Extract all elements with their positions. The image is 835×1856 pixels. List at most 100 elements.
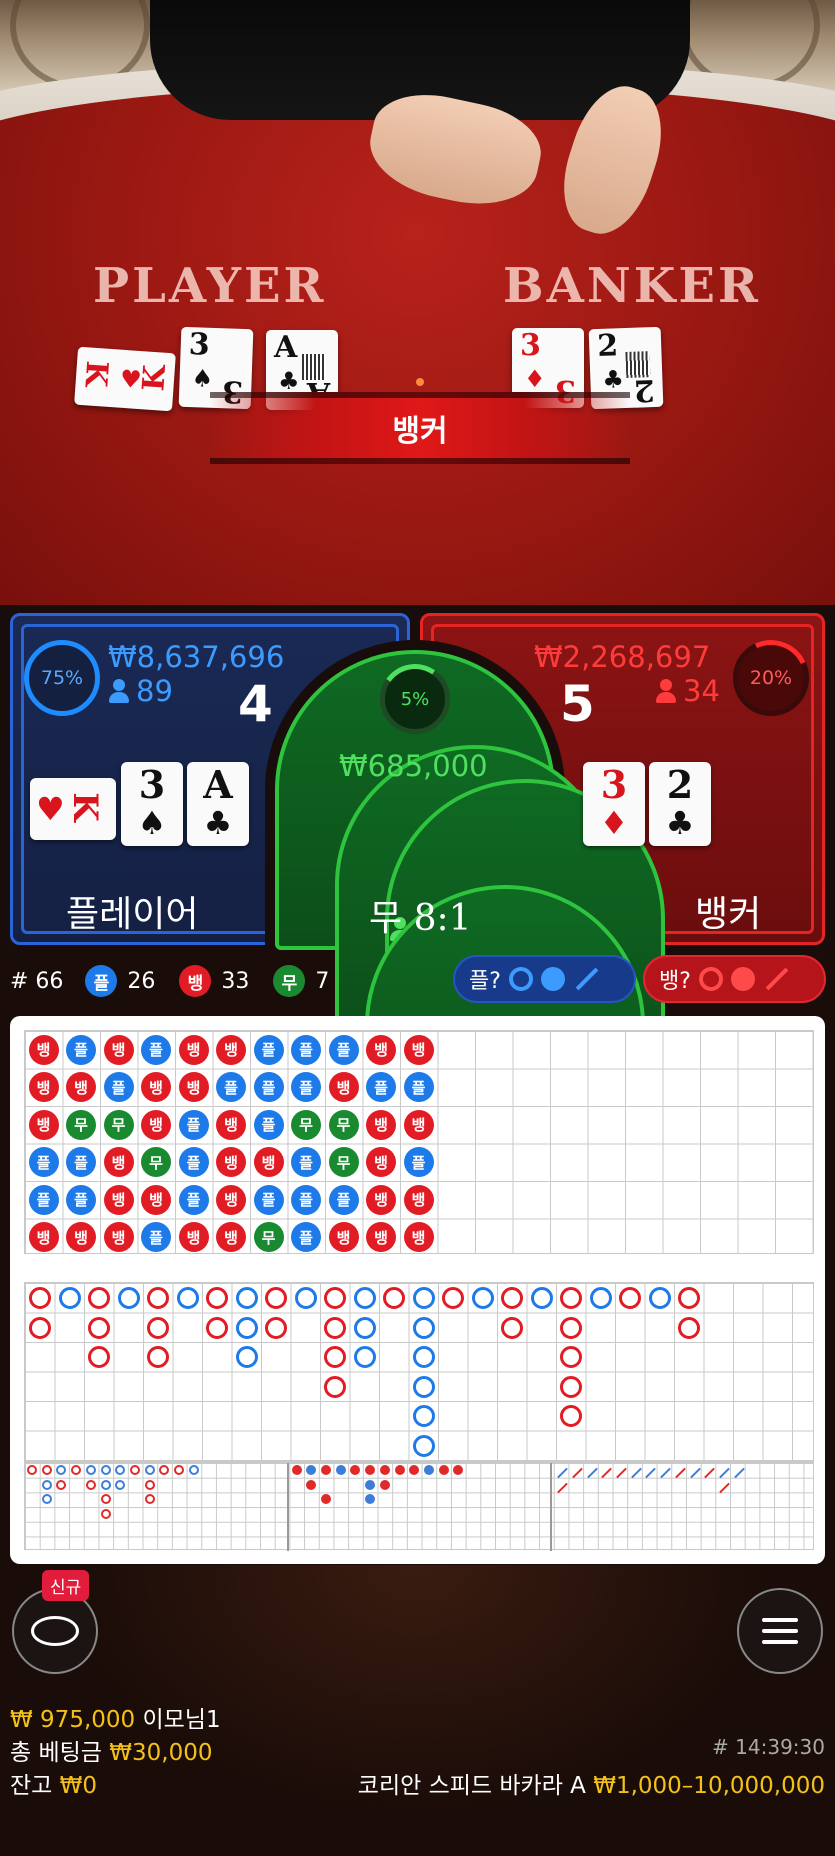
big-road-cell <box>501 1287 523 1309</box>
big-road-cell <box>412 1346 435 1368</box>
player-percent-ring: 75% <box>24 640 100 716</box>
bead-cell: 뱅 <box>178 1034 209 1065</box>
big-road-cell <box>471 1287 494 1309</box>
bead-cell: 플 <box>291 1147 321 1177</box>
big-road-cell <box>648 1287 671 1309</box>
big-road-cell <box>353 1287 376 1309</box>
bead-cell: 뱅 <box>28 1072 59 1102</box>
blue-dot-icon <box>540 967 565 991</box>
big-road-cell <box>530 1287 553 1309</box>
derived-road-mark <box>379 1479 390 1490</box>
derived-road-mark <box>689 1468 701 1479</box>
derived-road-mark <box>306 1479 317 1490</box>
banker-bet-label: 뱅커 <box>695 894 762 935</box>
derived-road-mark <box>144 1465 155 1475</box>
big-road-cell <box>235 1316 258 1339</box>
total-bet-line: 총 베팅금 ₩30,000 <box>10 1733 213 1767</box>
bead-cell: 뱅 <box>216 1184 246 1215</box>
banker-win-count: 33 <box>221 968 250 994</box>
remaining-label: 잔고 <box>10 1773 53 1799</box>
bead-cell: 플 <box>403 1147 434 1177</box>
bead-cell: 뱅 <box>103 1184 134 1215</box>
big-road-cell <box>412 1316 435 1339</box>
big-road-cell <box>206 1287 228 1309</box>
derived-road-mark <box>365 1479 376 1490</box>
bead-cell: 뱅 <box>366 1147 396 1177</box>
derived-road-mark <box>321 1494 331 1505</box>
derived-road-mark <box>56 1479 67 1490</box>
menu-button[interactable] <box>737 1588 823 1674</box>
big-road-cell <box>560 1405 582 1427</box>
bead-cell: 무 <box>328 1109 359 1140</box>
derived-road-mark <box>601 1468 613 1479</box>
person-icon <box>655 679 677 703</box>
bead-cell: 뱅 <box>141 1184 171 1215</box>
derived-road-mark <box>394 1465 405 1475</box>
derived-road-mark <box>350 1465 361 1475</box>
derived-road-mark <box>379 1465 390 1475</box>
derived-road-mark <box>115 1479 126 1490</box>
bead-cell: 뱅 <box>403 1034 434 1065</box>
derived-road-mark <box>616 1468 627 1479</box>
tie-percent-ring: 5% <box>374 658 456 740</box>
big-road-cell <box>383 1287 405 1309</box>
big-road-cell <box>560 1287 582 1309</box>
total-bet-label: 총 베팅금 <box>10 1740 102 1766</box>
bead-cell: 뱅 <box>366 1222 396 1252</box>
red-slash-icon <box>765 967 789 991</box>
derived-road-mark <box>365 1494 376 1505</box>
tie-count: 7 <box>315 968 330 994</box>
bead-cell: 뱅 <box>28 1109 59 1140</box>
banker-predict-label: 뱅? <box>659 969 691 994</box>
player-predict-button[interactable]: 플? <box>453 955 636 1003</box>
bead-cell: 플 <box>253 1034 284 1065</box>
derived-road-mark <box>100 1509 111 1520</box>
bead-cell: 뱅 <box>366 1034 396 1065</box>
new-badge: 신규 <box>42 1570 90 1601</box>
bead-cell: 뱅 <box>103 1034 134 1065</box>
bead-cell: 뱅 <box>216 1222 246 1252</box>
big-road-cell <box>678 1316 700 1339</box>
bead-cell: 플 <box>366 1072 396 1102</box>
red-dot-icon <box>730 967 755 991</box>
derived-road-mark <box>321 1465 331 1475</box>
big-road-cell <box>324 1316 346 1339</box>
bead-cell: 뱅 <box>103 1147 134 1177</box>
bead-cell: 플 <box>403 1072 434 1102</box>
remaining-line: 잔고 ₩0 <box>10 1766 97 1800</box>
big-road-cell <box>147 1316 169 1339</box>
player-bettor-count: 89 <box>136 674 173 708</box>
derived-road-mark <box>100 1479 111 1490</box>
bead-cell: 플 <box>66 1184 96 1215</box>
big-road-cell <box>353 1346 376 1368</box>
bead-cell: 플 <box>253 1184 284 1215</box>
bead-cell: 뱅 <box>28 1034 59 1065</box>
banker-score: 5 <box>560 675 595 733</box>
table-name: 코리안 스피드 바카라 A <box>357 1773 586 1799</box>
banker-bet-amount: ₩2,268,697 <box>534 640 711 674</box>
player-mini-card-2: 3 ♠ <box>121 762 183 846</box>
big-road-cell <box>589 1287 612 1309</box>
roadmap-board[interactable]: 뱅뱅뱅플플뱅플뱅무플플뱅뱅플무뱅뱅뱅플뱅뱅무뱅플뱅뱅플플플뱅뱅플뱅뱅뱅뱅플플플뱅… <box>10 1016 825 1564</box>
big-road-cell <box>117 1287 140 1309</box>
bet-limits: ₩1,000–10,000,000 <box>593 1773 825 1799</box>
derived-road-mark <box>71 1465 82 1475</box>
banker-percent-ring: 20% <box>722 629 820 727</box>
derived-road-mark <box>100 1465 111 1475</box>
big-road-cell <box>560 1346 582 1368</box>
bead-cell: 뱅 <box>216 1147 246 1177</box>
table-player-card-1: K ♥ K <box>74 346 176 412</box>
derived-road-mark <box>335 1465 346 1475</box>
bead-cell: 뱅 <box>253 1147 284 1177</box>
bead-cell: 플 <box>328 1034 359 1065</box>
indicator-dot <box>416 378 424 386</box>
big-road-cell <box>88 1316 110 1339</box>
big-road-cell <box>678 1287 700 1309</box>
derived-road-mark <box>85 1465 96 1475</box>
bead-cell: 플 <box>253 1072 284 1102</box>
bead-cell: 플 <box>178 1109 209 1140</box>
banker-predict-button[interactable]: 뱅? <box>643 955 826 1003</box>
player-bettors: 89 <box>108 674 173 708</box>
big-road <box>24 1282 814 1462</box>
derived-road-mark <box>438 1465 449 1475</box>
